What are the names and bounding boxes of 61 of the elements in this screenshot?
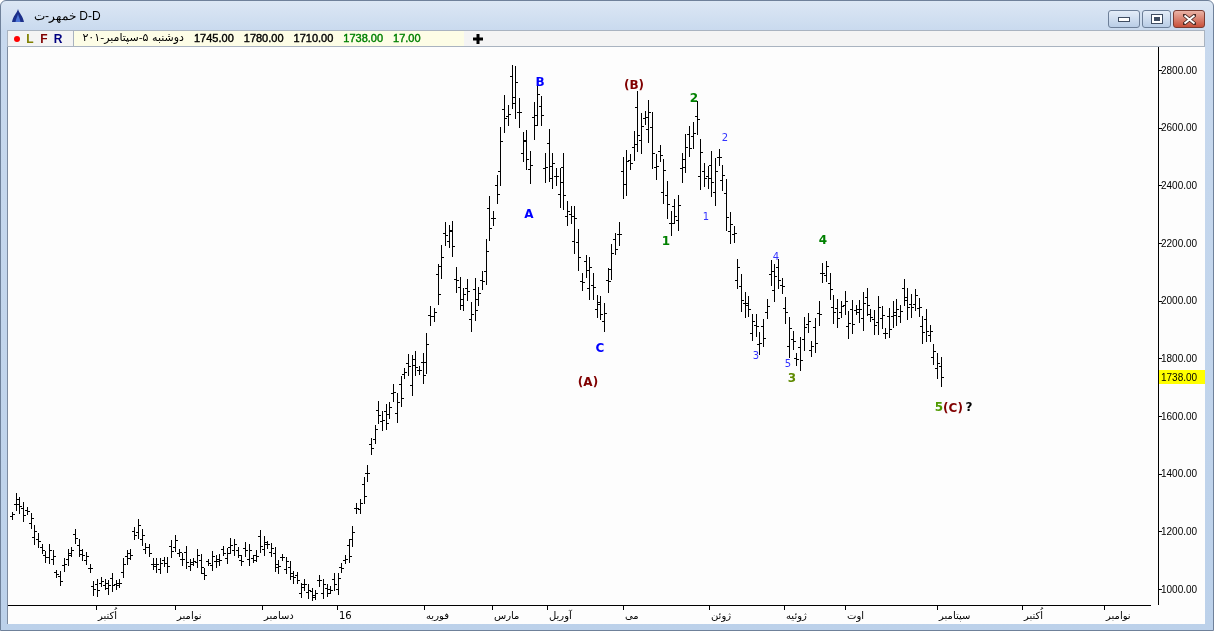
y-axis-label: 1800.00 xyxy=(1161,352,1198,364)
x-axis-label: نوامبر xyxy=(177,609,202,621)
quote-value: 1738.00 xyxy=(343,31,384,47)
y-axis-label: 2800.00 xyxy=(1161,64,1198,76)
x-axis-label: اُکتبر xyxy=(98,609,118,621)
wave-label: 2 xyxy=(689,91,699,105)
x-axis-label: دسامبر xyxy=(264,609,294,621)
wave-label: 1 xyxy=(661,234,671,248)
quote-value: 1780.00 xyxy=(243,31,284,47)
y-axis-label: 2400.00 xyxy=(1161,179,1198,191)
y-axis-label: 1200.00 xyxy=(1161,525,1198,537)
y-axis-label: 1600.00 xyxy=(1161,410,1198,422)
x-axis-label: سپتامبر xyxy=(939,609,971,621)
wave-label: ? xyxy=(965,400,973,414)
x-axis-label: اوت xyxy=(847,609,865,621)
plus-icon[interactable] xyxy=(473,33,483,44)
wave-label: 4 xyxy=(772,250,780,262)
x-axis-label: 16 xyxy=(339,609,352,621)
wave-label: 5 xyxy=(934,400,944,414)
close-button[interactable] xyxy=(1173,10,1205,28)
toolbar-button[interactable]: L xyxy=(23,31,37,46)
x-axis-label: فوریه xyxy=(426,609,449,621)
y-axis-label: 1000.00 xyxy=(1161,583,1198,595)
wave-label: 5 xyxy=(784,357,792,369)
wave-label: 1 xyxy=(702,210,710,222)
logo-icon xyxy=(10,7,26,24)
y-axis-label: 2600.00 xyxy=(1161,122,1198,134)
x-axis-label: نوامبر xyxy=(1106,609,1131,621)
wave-label: B xyxy=(535,75,545,89)
x-axis-label: مارس xyxy=(494,609,520,621)
wave-label: (A) xyxy=(577,375,599,389)
wave-label: 4 xyxy=(818,233,828,247)
quote-date: دوشنبه ۵-سپتامبر-۲۰۱ xyxy=(81,30,185,47)
toolbar-button[interactable]: F xyxy=(37,31,51,46)
quote-value: 1745.00 xyxy=(194,31,234,47)
status-dot-icon xyxy=(14,35,20,42)
wave-label: (C) xyxy=(943,401,963,415)
close-icon xyxy=(1182,13,1196,25)
minimize-icon xyxy=(1118,16,1130,22)
wave-label: C xyxy=(595,341,605,355)
wave-label: A xyxy=(524,207,534,221)
toolbar-button[interactable]: R xyxy=(51,31,65,46)
minimize-button[interactable] xyxy=(1108,10,1140,28)
y-axis-label: 2200.00 xyxy=(1161,237,1198,249)
x-axis-label: اُکتبر xyxy=(1024,609,1044,621)
quote-value: 17.00 xyxy=(393,31,421,47)
x-axis-label: آوریل xyxy=(549,609,572,621)
y-axis-label: 1400.00 xyxy=(1161,468,1198,480)
wave-label: 3 xyxy=(787,371,797,385)
wave-label: (B) xyxy=(623,78,645,92)
quote-value: 1710.00 xyxy=(293,31,334,47)
x-axis-label: می xyxy=(625,609,639,621)
wave-label: 2 xyxy=(721,131,729,143)
x-axis-label: ژوئن xyxy=(711,609,732,621)
wave-label: 3 xyxy=(752,349,760,361)
maximize-icon xyxy=(1150,14,1163,24)
y-axis-label: 2000.00 xyxy=(1161,295,1198,307)
last-price-badge: 1738.00 xyxy=(1159,370,1205,384)
x-axis-label: ژوئیه xyxy=(786,609,807,621)
window-title: خمهر-ت D-D xyxy=(34,7,101,25)
maximize-button[interactable] xyxy=(1142,10,1171,28)
